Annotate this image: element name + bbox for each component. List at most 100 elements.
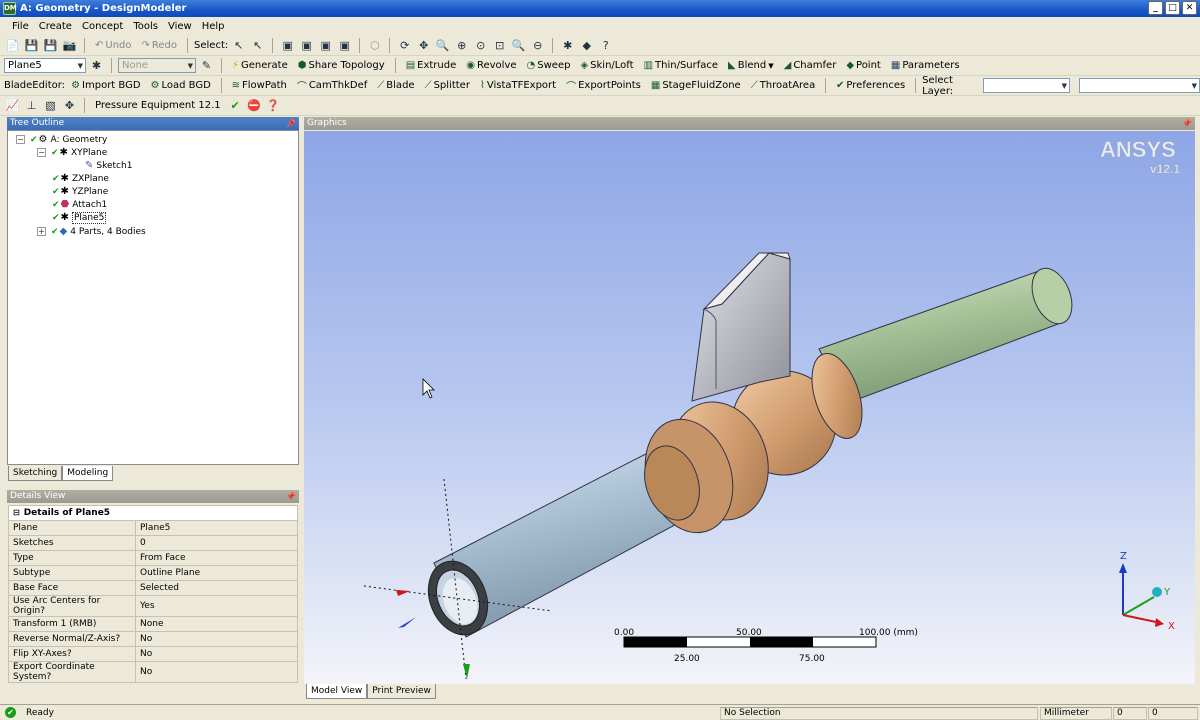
- menu-help[interactable]: Help: [202, 21, 225, 32]
- exportpoints-button[interactable]: ⌒ ExportPoints: [562, 77, 645, 94]
- details-row[interactable]: Reverse Normal/Z-Axis? No: [8, 631, 298, 647]
- close-button[interactable]: ✕: [1182, 1, 1197, 15]
- tab-modeling[interactable]: Modeling: [62, 466, 114, 481]
- svg-text:Z: Z: [1120, 551, 1127, 562]
- menu-file[interactable]: File: [12, 21, 29, 32]
- details-row[interactable]: Subtype Outline Plane: [8, 565, 298, 581]
- details-row[interactable]: Base Face Selected: [8, 580, 298, 596]
- details-row[interactable]: Plane Plane5: [8, 520, 298, 536]
- splitter-button[interactable]: ⟋ Splitter: [421, 77, 474, 94]
- move-icon[interactable]: ✥: [61, 97, 78, 114]
- menu-concept[interactable]: Concept: [82, 21, 123, 32]
- valve-handle[interactable]: [691, 252, 791, 402]
- details-row[interactable]: Flip XY-Axes? No: [8, 646, 298, 662]
- layer-filter-combo[interactable]: ▼: [1078, 78, 1200, 93]
- graph-icon[interactable]: 📈: [4, 97, 21, 114]
- minimize-button[interactable]: _: [1148, 1, 1163, 15]
- details-table: ⊟ Details of Plane5 Plane Plane5 Sketches 0…: [8, 505, 298, 683]
- parameters-button[interactable]: ▦ Parameters: [887, 57, 964, 74]
- screenshot-icon[interactable]: 📷: [61, 37, 78, 54]
- magnifier-icon[interactable]: 🔍: [510, 37, 527, 54]
- scale-bar: 0.00 50.00 100.00 (mm) 25.00 75.00: [614, 628, 918, 664]
- tab-model-view[interactable]: Model View: [306, 684, 368, 699]
- details-row[interactable]: Type From Face: [8, 550, 298, 566]
- select-faces-icon[interactable]: ▣: [317, 37, 334, 54]
- triad-toggle-icon[interactable]: ✱: [559, 37, 576, 54]
- new-plane-icon[interactable]: ✱: [88, 57, 105, 74]
- tab-sketching[interactable]: Sketching: [8, 466, 63, 481]
- select-filter-icon[interactable]: ↖: [249, 37, 266, 54]
- flowpath-button[interactable]: ≋ FlowPath: [228, 77, 291, 94]
- zoom-fit-icon[interactable]: ⊡: [491, 37, 508, 54]
- rotate-icon[interactable]: ⟳: [396, 37, 413, 54]
- sweep-button[interactable]: ◔ Sweep: [523, 57, 575, 74]
- vistatfexport-button[interactable]: ⌇ VistaTFExport: [476, 77, 560, 94]
- zoom-in-icon[interactable]: ⊕: [453, 37, 470, 54]
- details-row[interactable]: Use Arc Centers for Origin? Yes: [8, 595, 298, 617]
- skin-loft-button[interactable]: ◈ Skin/Loft: [576, 57, 637, 74]
- plane-combo[interactable]: Plane5 ▼: [4, 58, 86, 73]
- tree-node-bodies[interactable]: + ✔ ◆ 4 Parts, 4 Bodies: [37, 225, 146, 238]
- revolve-button[interactable]: ◉ Revolve: [462, 57, 520, 74]
- zoom-out-icon[interactable]: ⊖: [529, 37, 546, 54]
- tree-node-attach1[interactable]: ✔ ⬣ Attach1: [52, 198, 107, 211]
- load-bgd-button[interactable]: ⚙ Load BGD: [147, 77, 215, 94]
- save-icon[interactable]: 💾: [23, 37, 40, 54]
- blend-button[interactable]: ◣ Blend ▼: [724, 57, 778, 74]
- mesh-icon[interactable]: ▧: [42, 97, 59, 114]
- import-bgd-button[interactable]: ⚙ Import BGD: [67, 77, 144, 94]
- new-icon[interactable]: 📄: [4, 37, 21, 54]
- status-units[interactable]: Millimeter: [1040, 707, 1112, 720]
- select-layer-combo[interactable]: ▼: [983, 78, 1071, 93]
- check-icon[interactable]: ✔: [227, 97, 244, 114]
- maximize-button[interactable]: □: [1165, 1, 1180, 15]
- pan-icon[interactable]: ✥: [415, 37, 432, 54]
- menu-tools[interactable]: Tools: [133, 21, 158, 32]
- exportpoints-icon: ⌒: [566, 82, 577, 93]
- details-row[interactable]: Export Coordinate System? No: [8, 661, 298, 683]
- menu-view[interactable]: View: [168, 21, 192, 32]
- tree-node-yzplane[interactable]: ✔ ✱ YZPlane: [52, 185, 108, 198]
- tab-print-preview[interactable]: Print Preview: [367, 684, 436, 699]
- share-topology-button[interactable]: ⬢ Share Topology: [294, 57, 389, 74]
- sketch-combo[interactable]: None ▼: [118, 58, 196, 73]
- select-edges-icon[interactable]: ▣: [298, 37, 315, 54]
- whats-this-icon[interactable]: ?: [597, 37, 614, 54]
- select-points-icon[interactable]: ▣: [279, 37, 296, 54]
- new-sketch-icon[interactable]: ✎: [198, 57, 215, 74]
- green-pipe-body[interactable]: [818, 262, 1080, 404]
- zoom-box-icon[interactable]: ⊙: [472, 37, 489, 54]
- help-icon[interactable]: ❓: [265, 97, 282, 114]
- select-mode-icon[interactable]: ↖: [230, 37, 247, 54]
- chamfer-button[interactable]: ◢ Chamfer: [780, 57, 841, 74]
- point-button[interactable]: ◆ Point: [842, 57, 885, 74]
- axis-triad[interactable]: Z Y X: [1119, 551, 1175, 632]
- preferences-button[interactable]: ✔ Preferences: [832, 77, 909, 94]
- save-as-icon[interactable]: 💾: [42, 37, 59, 54]
- graphics-viewport[interactable]: ANSYS v12.1 0.00 50.00 100.00 (mm) 25.00…: [304, 131, 1195, 684]
- zoom-icon[interactable]: 🔍: [434, 37, 451, 54]
- thin-surface-button[interactable]: ▥ Thin/Surface: [640, 57, 722, 74]
- generate-button[interactable]: ⚡ Generate: [228, 57, 292, 74]
- tree-node-xyplane[interactable]: − ✔ ✱ XYPlane: [37, 146, 107, 159]
- tree-node-geometry[interactable]: − ✔ ⚙ A: Geometry: [16, 133, 107, 146]
- stop-icon[interactable]: ⛔: [246, 97, 263, 114]
- dimension-icon[interactable]: ⊥: [23, 97, 40, 114]
- extrude-button[interactable]: ▤ Extrude: [402, 57, 461, 74]
- details-row[interactable]: Transform 1 (RMB) None: [8, 616, 298, 632]
- display-mode-icon[interactable]: ◆: [578, 37, 595, 54]
- redo-button[interactable]: ↷ Redo: [138, 37, 182, 54]
- details-row[interactable]: Sketches 0: [8, 535, 298, 551]
- blade-button[interactable]: ⟋ Blade: [373, 77, 418, 94]
- model-view-svg[interactable]: ANSYS v12.1 0.00 50.00 100.00 (mm) 25.00…: [304, 131, 1195, 684]
- tree-node-plane5[interactable]: ✔ ✱ Plane5: [52, 211, 107, 224]
- throatarea-button[interactable]: ⟋ ThroatArea: [747, 77, 820, 94]
- undo-button[interactable]: ↶ Undo: [91, 37, 136, 54]
- menu-create[interactable]: Create: [39, 21, 72, 32]
- tree-node-sketch1[interactable]: ✎ Sketch1: [85, 159, 132, 172]
- camthkdef-button[interactable]: ⌒ CamThkDef: [293, 77, 371, 94]
- stagefluidzone-button[interactable]: ▦ StageFluidZone: [647, 77, 745, 94]
- extend-select-icon[interactable]: ⬡: [366, 37, 383, 54]
- select-bodies-icon[interactable]: ▣: [336, 37, 353, 54]
- tree-node-zxplane[interactable]: ✔ ✱ ZXPlane: [52, 172, 109, 185]
